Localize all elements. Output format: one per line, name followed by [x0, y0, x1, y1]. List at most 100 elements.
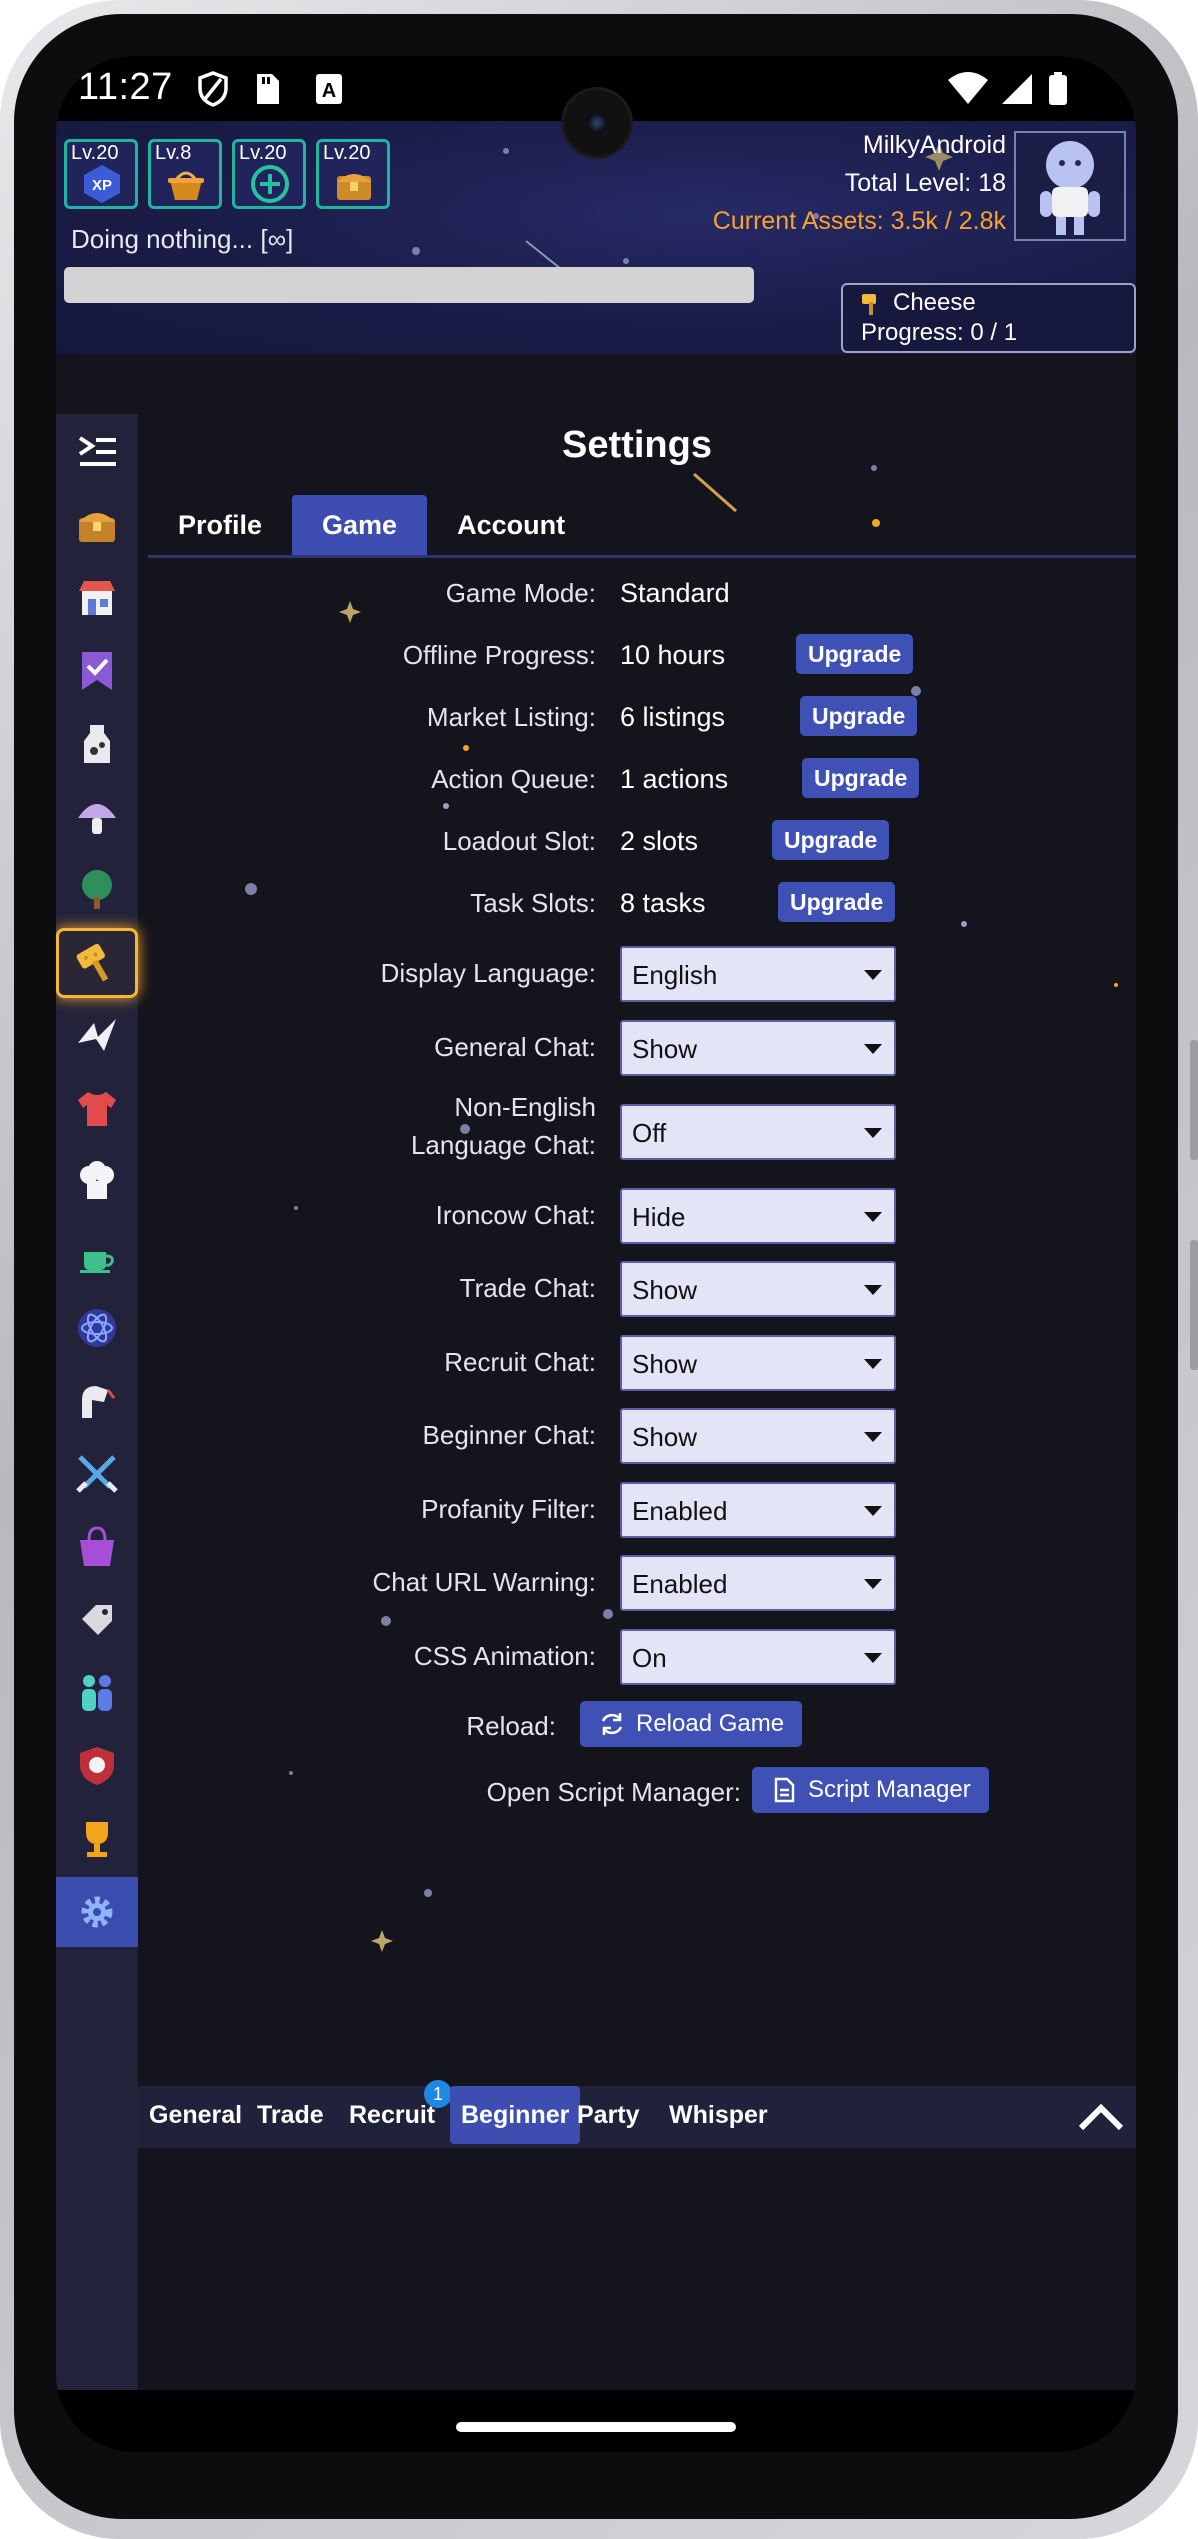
- sidebar-item-brewing[interactable]: [56, 1220, 138, 1290]
- character-avatar-icon: [1040, 141, 1100, 235]
- basket-icon: [168, 171, 204, 200]
- upgrade-task-slots-button[interactable]: Upgrade: [778, 882, 896, 922]
- chat-tab-party[interactable]: Party: [566, 2086, 651, 2144]
- setting-label: Language Chat:: [410, 1130, 596, 1160]
- general-chat-select[interactable]: Show: [620, 1020, 896, 1076]
- select-value: Off: [632, 1118, 667, 1148]
- setting-label: Open Script Manager:: [486, 1777, 741, 1807]
- combat-icon: [76, 1455, 118, 1493]
- select-value: On: [632, 1643, 667, 1673]
- refresh-icon: [601, 1713, 623, 1735]
- dropdown-caret-icon: [864, 1579, 882, 1589]
- current-task-box[interactable]: Cheese Progress: 0 / 1: [841, 283, 1136, 353]
- collapse-menu-icon: [78, 436, 116, 466]
- chat-url-warning-select[interactable]: Enabled: [620, 1555, 896, 1611]
- home-indicator[interactable]: [456, 2422, 736, 2432]
- setting-label: Chat URL Warning:: [372, 1567, 597, 1597]
- sidebar-item-crafting[interactable]: [56, 1001, 138, 1071]
- activity-status: Doing nothing... [∞]: [71, 224, 294, 254]
- chat-tab-whisper[interactable]: Whisper: [658, 2086, 779, 2144]
- non-english-chat-select[interactable]: Off: [620, 1104, 896, 1160]
- brewing-icon: [80, 1252, 114, 1273]
- tab-profile[interactable]: Profile: [148, 495, 292, 555]
- skill-badge-basket[interactable]: Lv.8: [148, 139, 222, 209]
- status-time: 11:27: [78, 66, 173, 108]
- upgrade-offline-progress-button[interactable]: Upgrade: [796, 634, 914, 674]
- ironcow-chat-select[interactable]: Hide: [620, 1188, 896, 1244]
- select-value: Show: [632, 1422, 698, 1452]
- player-name[interactable]: MilkyAndroid: [863, 131, 1006, 160]
- cheese-hammer-icon: [862, 294, 876, 315]
- upgrade-market-listing-button[interactable]: Upgrade: [800, 696, 918, 736]
- setting-label: Game Mode:: [445, 578, 596, 608]
- script-manager-button[interactable]: Script Manager: [752, 1767, 989, 1813]
- recruit-chat-select[interactable]: Show: [620, 1335, 896, 1391]
- skill-badge-xp[interactable]: Lv.20 XP: [64, 139, 138, 209]
- upgrade-loadout-slot-button[interactable]: Upgrade: [772, 820, 890, 860]
- chat-tab-general[interactable]: General: [138, 2086, 253, 2144]
- select-value: Hide: [632, 1202, 686, 1232]
- reload-game-label: Reload Game: [636, 1710, 785, 1737]
- script-manager-label: Script Manager: [808, 1776, 971, 1803]
- dropdown-caret-icon: [864, 1212, 882, 1222]
- sidebar-item-shop[interactable]: [56, 1512, 138, 1582]
- sidebar-item-marketplace[interactable]: [56, 563, 138, 633]
- sidebar-item-tailoring[interactable]: [56, 1074, 138, 1144]
- sidebar-item-settings[interactable]: [56, 1877, 138, 1947]
- setting-label: Task Slots:: [470, 888, 596, 918]
- settings-icon: [81, 1896, 113, 1928]
- css-animation-select[interactable]: On: [620, 1629, 896, 1685]
- dropdown-caret-icon: [864, 1044, 882, 1054]
- shield-icon: [198, 71, 228, 107]
- sidebar-item-woodcutting[interactable]: [56, 855, 138, 925]
- display-language-select[interactable]: English: [620, 946, 896, 1002]
- sd-card-icon: [257, 74, 279, 104]
- upgrade-action-queue-button[interactable]: Upgrade: [802, 758, 920, 798]
- side-button: [1190, 1040, 1198, 1160]
- page-title: Settings: [562, 424, 712, 466]
- wifi-icon: [948, 72, 988, 104]
- beginner-chat-select[interactable]: Show: [620, 1408, 896, 1464]
- dropdown-caret-icon: [864, 1432, 882, 1442]
- setting-label: Recruit Chat:: [444, 1347, 596, 1377]
- phone-frame: Lv.20 XP Lv.8 Lv.20 Lv.20 Doing nothing.…: [0, 0, 1198, 2539]
- sidebar-item-alchemy[interactable]: [56, 1293, 138, 1363]
- sidebar-item-enhancing[interactable]: [56, 1366, 138, 1436]
- tab-game[interactable]: Game: [292, 495, 428, 555]
- sidebar-item-leaderboard[interactable]: [56, 1804, 138, 1874]
- chevron-up-icon[interactable]: [1076, 2094, 1126, 2138]
- shop-icon: [80, 1526, 114, 1566]
- chat-tab-trade[interactable]: Trade: [246, 2086, 335, 2144]
- cheesesmithing-icon: [76, 943, 109, 982]
- sidebar-item-combat[interactable]: [56, 1439, 138, 1509]
- avatar[interactable]: [1014, 131, 1126, 241]
- task-progress: Progress: 0 / 1: [861, 319, 1018, 346]
- setting-value: Standard: [620, 578, 730, 608]
- profanity-filter-select[interactable]: Enabled: [620, 1482, 896, 1538]
- skill-badge-chest[interactable]: Lv.20: [316, 139, 390, 209]
- sidebar-item-cooking[interactable]: [56, 1147, 138, 1217]
- tab-account[interactable]: Account: [427, 495, 595, 555]
- trade-chat-select[interactable]: Show: [620, 1261, 896, 1317]
- social-icon: [82, 1675, 112, 1711]
- battery-icon: [1049, 72, 1067, 105]
- sidebar-item-guild[interactable]: [56, 1731, 138, 1801]
- sidebar-item-inventory[interactable]: [56, 490, 138, 560]
- sidebar-item-social[interactable]: [56, 1658, 138, 1728]
- sidebar-item-milking[interactable]: [56, 709, 138, 779]
- sidebar-gap: [56, 354, 138, 414]
- screen: Lv.20 XP Lv.8 Lv.20 Lv.20 Doing nothing.…: [56, 56, 1136, 2452]
- sidebar-item-collapse[interactable]: [56, 418, 138, 488]
- dropdown-caret-icon: [864, 1653, 882, 1663]
- sidebar-item-foraging[interactable]: [56, 782, 138, 852]
- sidebar-item-tasks[interactable]: [56, 636, 138, 706]
- chat-tab-beginner[interactable]: Beginner: [450, 2086, 581, 2144]
- xp-icon: XP: [84, 165, 120, 203]
- sidebar-item-cheesesmithing[interactable]: [56, 928, 138, 998]
- sidebar-item-cowbell-store[interactable]: [56, 1585, 138, 1655]
- setting-value: 10 hours: [620, 640, 726, 670]
- treasure-chest-icon: [337, 174, 371, 200]
- skill-badge-refresh[interactable]: Lv.20: [232, 139, 306, 209]
- reload-game-button[interactable]: Reload Game: [580, 1701, 803, 1747]
- foraging-icon: [78, 804, 116, 834]
